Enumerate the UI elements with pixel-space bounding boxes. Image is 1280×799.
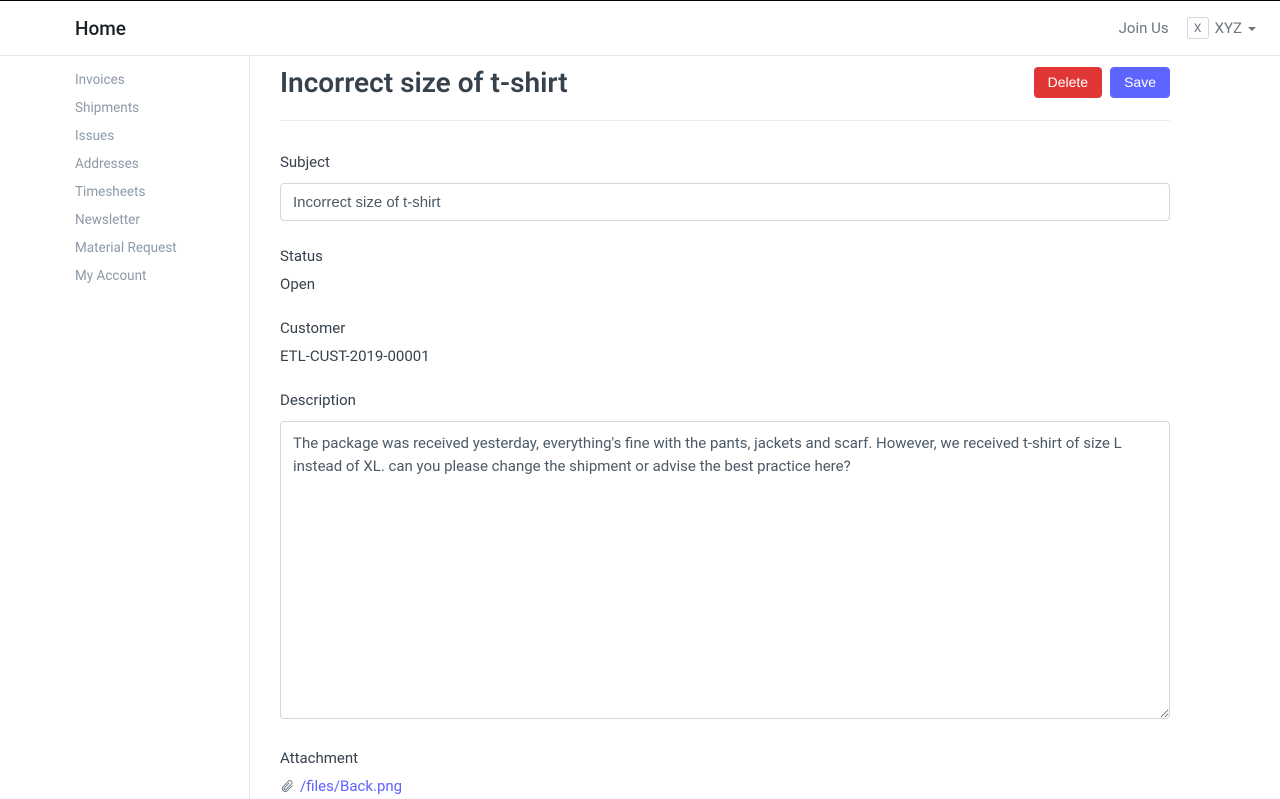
nav-right: Join Us X XYZ (1119, 17, 1256, 39)
sidebar-item-newsletter[interactable]: Newsletter (75, 206, 249, 234)
attachment-row: /files/Back.png (280, 777, 1170, 795)
delete-button[interactable]: Delete (1034, 67, 1102, 98)
description-label: Description (280, 391, 1170, 409)
save-button[interactable]: Save (1110, 67, 1170, 98)
attachment-label: Attachment (280, 749, 1170, 767)
main-content: Incorrect size of t-shirt Delete Save Su… (250, 56, 1280, 799)
attachment-link[interactable]: /files/Back.png (300, 777, 402, 795)
avatar: X (1187, 17, 1209, 39)
subject-input[interactable] (280, 183, 1170, 221)
paperclip-icon (280, 779, 294, 793)
group-status: Status Open (280, 247, 1170, 293)
chevron-down-icon (1248, 27, 1256, 31)
sidebar-item-my-account[interactable]: My Account (75, 262, 249, 290)
description-textarea[interactable]: The package was received yesterday, ever… (280, 421, 1170, 719)
brand-link[interactable]: Home (75, 17, 126, 40)
subject-label: Subject (280, 153, 1170, 171)
group-subject: Subject (280, 153, 1170, 221)
action-buttons: Delete Save (1034, 67, 1170, 98)
navbar: Home Join Us X XYZ (0, 0, 1280, 56)
status-value: Open (280, 275, 1170, 293)
customer-value: ETL-CUST-2019-00001 (280, 347, 1170, 365)
sidebar-item-issues[interactable]: Issues (75, 122, 249, 150)
group-customer: Customer ETL-CUST-2019-00001 (280, 319, 1170, 365)
sidebar: Invoices Shipments Issues Addresses Time… (0, 56, 250, 799)
user-name: XYZ (1215, 19, 1242, 37)
user-menu[interactable]: X XYZ (1187, 17, 1256, 39)
customer-label: Customer (280, 319, 1170, 337)
page-header: Incorrect size of t-shirt Delete Save (280, 66, 1170, 121)
status-label: Status (280, 247, 1170, 265)
join-us-link[interactable]: Join Us (1119, 19, 1169, 37)
sidebar-item-shipments[interactable]: Shipments (75, 94, 249, 122)
page-title: Incorrect size of t-shirt (280, 66, 568, 99)
group-description: Description The package was received yes… (280, 391, 1170, 723)
group-attachment: Attachment /files/Back.png (280, 749, 1170, 795)
sidebar-item-timesheets[interactable]: Timesheets (75, 178, 249, 206)
sidebar-item-invoices[interactable]: Invoices (75, 66, 249, 94)
issue-form: Subject Status Open Customer ETL-CUST-20… (280, 153, 1170, 795)
sidebar-item-material-request[interactable]: Material Request (75, 234, 249, 262)
sidebar-item-addresses[interactable]: Addresses (75, 150, 249, 178)
